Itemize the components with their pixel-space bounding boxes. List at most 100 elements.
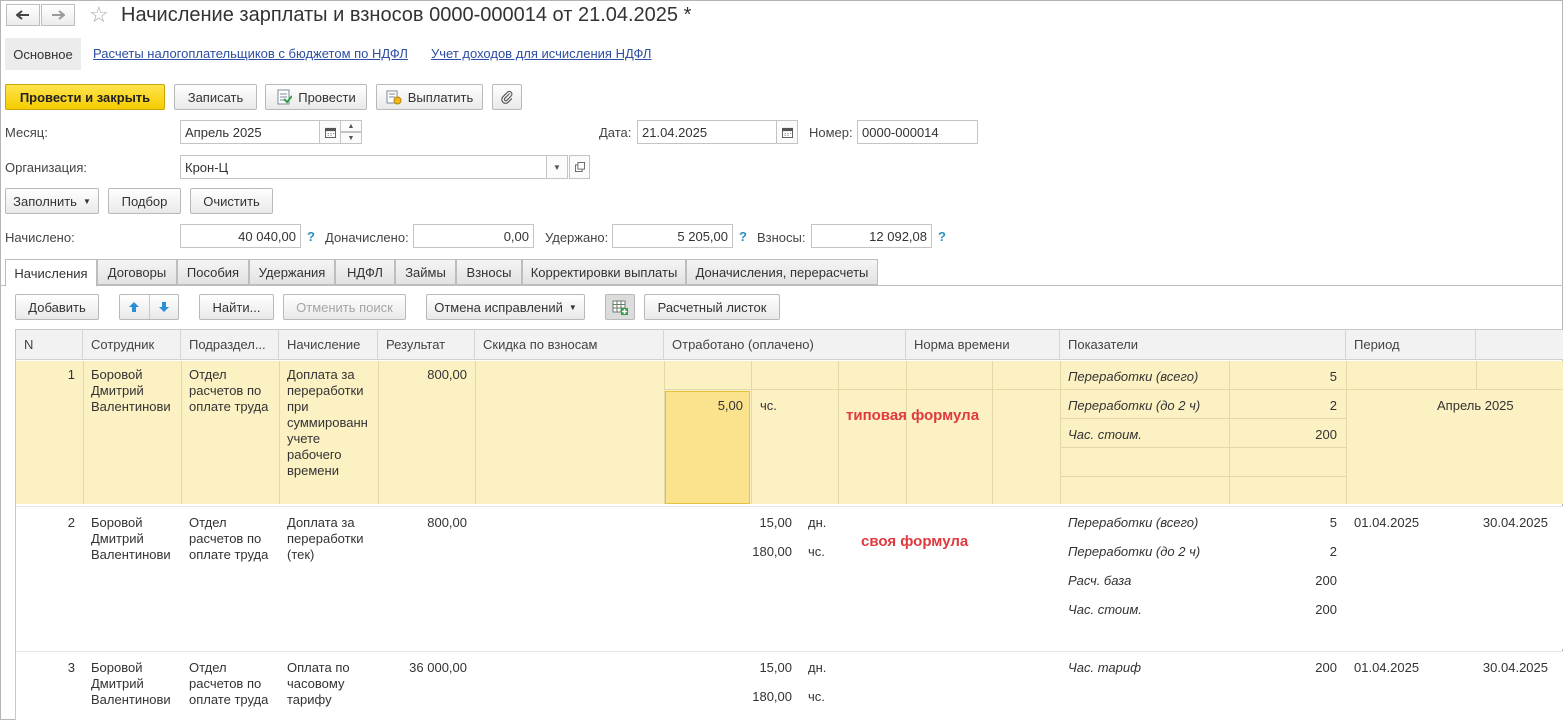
column-header-time-norm[interactable]: Норма времени bbox=[906, 330, 1060, 360]
number-field[interactable]: 0000-000014 bbox=[857, 120, 978, 144]
column-header-accrual[interactable]: Начисление bbox=[279, 330, 378, 360]
cancel-corrections-button[interactable]: Отмена исправлений ▼ bbox=[426, 294, 585, 320]
worked-hours-unit: чс. bbox=[808, 544, 825, 559]
find-button[interactable]: Найти... bbox=[199, 294, 274, 320]
result-cell: 800,00 bbox=[427, 515, 467, 530]
period-start-cell: 01.04.2025 bbox=[1354, 660, 1420, 675]
department-cell: Отдел расчетов по оплате труда bbox=[189, 367, 269, 414]
tab-ndfl[interactable]: НДФЛ bbox=[335, 259, 395, 285]
tab-contributions[interactable]: Взносы bbox=[456, 259, 522, 285]
employee-cell: Боровой Дмитрий Валентинови bbox=[91, 515, 171, 562]
column-header-period-end bbox=[1476, 330, 1563, 360]
column-header-n[interactable]: N bbox=[16, 330, 83, 360]
arrow-down-icon bbox=[158, 302, 169, 312]
accrual-cell: Доплата за переработки при суммированн у… bbox=[287, 367, 368, 478]
indicator-value: 200 bbox=[1315, 660, 1337, 675]
tab-accruals[interactable]: Начисления bbox=[5, 259, 97, 287]
row-number: 3 bbox=[67, 660, 75, 675]
payslip-button[interactable]: Расчетный листок bbox=[644, 294, 780, 320]
accrual-cell: Доплата за переработки (тек) bbox=[287, 515, 364, 562]
arrow-right-icon bbox=[52, 10, 65, 20]
column-header-worked[interactable]: Отработано (оплачено) bbox=[664, 330, 906, 360]
organization-field[interactable]: Крон-Ц bbox=[180, 155, 547, 179]
link-income-accounting[interactable]: Учет доходов для исчисления НДФЛ bbox=[431, 46, 651, 61]
additional-field[interactable]: 0,00 bbox=[413, 224, 534, 248]
tab-main[interactable]: Основное bbox=[5, 38, 81, 70]
link-ndfl-settlements[interactable]: Расчеты налогоплательщиков с бюджетом по… bbox=[93, 46, 408, 61]
month-up-button[interactable]: ▲ bbox=[340, 120, 362, 132]
indicator-name: Переработки (всего) bbox=[1068, 369, 1199, 384]
table-row[interactable]: 3 Боровой Дмитрий Валентинови Отдел расч… bbox=[16, 651, 1563, 720]
indicator-name: Переработки (до 2 ч) bbox=[1068, 398, 1201, 413]
row-divider bbox=[664, 389, 1563, 390]
tab-loans[interactable]: Займы bbox=[395, 259, 456, 285]
post-and-close-button[interactable]: Провести и закрыть bbox=[5, 84, 165, 110]
organization-dropdown-button[interactable]: ▼ bbox=[546, 155, 568, 179]
tab-contracts[interactable]: Договоры bbox=[97, 259, 177, 285]
column-header-indicators[interactable]: Показатели bbox=[1060, 330, 1346, 360]
month-down-button[interactable]: ▼ bbox=[340, 132, 362, 144]
accrued-help-icon[interactable]: ? bbox=[307, 229, 315, 244]
date-field[interactable]: 21.04.2025 bbox=[637, 120, 777, 144]
calendar-button[interactable] bbox=[319, 120, 341, 144]
favorite-star-icon[interactable]: ☆ bbox=[89, 3, 109, 27]
calendar-icon bbox=[324, 127, 336, 138]
save-button[interactable]: Записать bbox=[174, 84, 257, 110]
contributions-help-icon[interactable]: ? bbox=[938, 229, 946, 244]
table-settings-button[interactable] bbox=[605, 294, 635, 320]
tab-benefits[interactable]: Пособия bbox=[177, 259, 249, 285]
add-row-button[interactable]: Добавить bbox=[15, 294, 99, 320]
period-end-cell: 30.04.2025 bbox=[1482, 660, 1548, 675]
fill-button[interactable]: Заполнить ▼ bbox=[5, 188, 99, 214]
employee-cell: Боровой Дмитрий Валентинови bbox=[91, 660, 171, 707]
indicator-value: 200 bbox=[1315, 602, 1337, 617]
indicator-name: Расч. база bbox=[1068, 573, 1132, 588]
column-header-employee[interactable]: Сотрудник bbox=[83, 330, 181, 360]
accrued-field[interactable]: 40 040,00 bbox=[180, 224, 301, 248]
worked-days-value: 15,00 bbox=[759, 660, 792, 675]
open-window-icon bbox=[574, 162, 585, 172]
pay-button[interactable]: Выплатить bbox=[376, 84, 483, 110]
table-add-icon bbox=[612, 300, 628, 315]
month-field[interactable]: Апрель 2025 bbox=[180, 120, 320, 144]
tab-payment-corrections[interactable]: Корректировки выплаты bbox=[522, 259, 686, 285]
row-number: 1 bbox=[67, 367, 75, 382]
month-label: Месяц: bbox=[5, 125, 48, 140]
move-down-button[interactable] bbox=[150, 295, 179, 319]
back-button[interactable] bbox=[6, 4, 40, 26]
accrued-label: Начислено: bbox=[5, 230, 75, 245]
contributions-field[interactable]: 12 092,08 bbox=[811, 224, 932, 248]
post-document-icon bbox=[277, 89, 293, 105]
table-row[interactable]: 2 Боровой Дмитрий Валентинови Отдел расч… bbox=[16, 506, 1563, 649]
column-header-department[interactable]: Подраздел... bbox=[181, 330, 279, 360]
tab-deductions[interactable]: Удержания bbox=[249, 259, 335, 285]
result-cell: 36 000,00 bbox=[409, 660, 467, 675]
column-header-period[interactable]: Период bbox=[1346, 330, 1476, 360]
cancel-search-button[interactable]: Отменить поиск bbox=[283, 294, 406, 320]
indicator-value: 200 bbox=[1315, 427, 1337, 442]
move-up-button[interactable] bbox=[120, 295, 150, 319]
indicator-value: 2 bbox=[1329, 544, 1337, 559]
forward-button[interactable] bbox=[41, 4, 75, 26]
withheld-field[interactable]: 5 205,00 bbox=[612, 224, 733, 248]
attach-button[interactable] bbox=[492, 84, 522, 110]
clear-button[interactable]: Очистить bbox=[190, 188, 273, 214]
column-header-discount[interactable]: Скидка по взносам bbox=[475, 330, 664, 360]
organization-open-button[interactable] bbox=[569, 155, 590, 179]
tab-recalculations[interactable]: Доначисления, перерасчеты bbox=[686, 259, 878, 285]
additional-label: Доначислено: bbox=[325, 230, 409, 245]
post-button[interactable]: Провести bbox=[265, 84, 367, 110]
chevron-down-icon: ▼ bbox=[568, 302, 577, 312]
row-divider bbox=[906, 361, 907, 504]
row-divider bbox=[751, 361, 752, 504]
department-cell: Отдел расчетов по оплате труда bbox=[189, 660, 269, 707]
table-row[interactable]: 1 Боровой Дмитрий Валентинови Отдел расч… bbox=[16, 361, 1563, 504]
date-calendar-button[interactable] bbox=[776, 120, 798, 144]
pick-button[interactable]: Подбор bbox=[108, 188, 181, 214]
organization-label: Организация: bbox=[5, 160, 88, 175]
cancel-corrections-label: Отмена исправлений bbox=[434, 299, 563, 315]
withheld-help-icon[interactable]: ? bbox=[739, 229, 747, 244]
row-divider bbox=[83, 361, 84, 504]
fill-button-label: Заполнить bbox=[13, 193, 77, 209]
column-header-result[interactable]: Результат bbox=[378, 330, 475, 360]
